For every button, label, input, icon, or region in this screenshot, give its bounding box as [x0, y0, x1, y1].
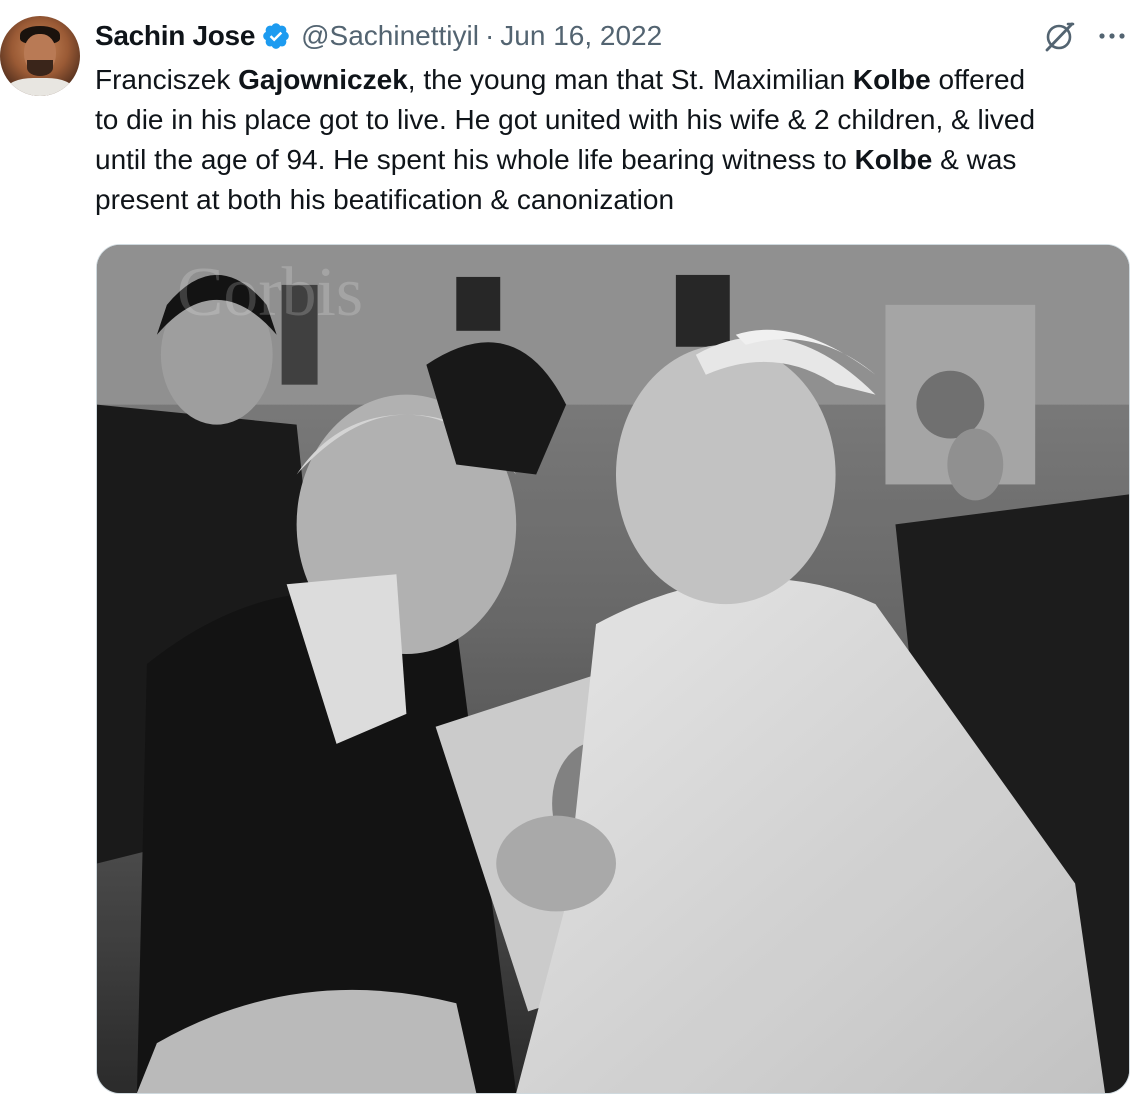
tweet-text-bold: Gajowniczek	[238, 64, 408, 95]
tweet-text-bold: Kolbe	[852, 64, 931, 95]
tweet-text-segment: present at both his beatification & cano…	[95, 184, 675, 215]
tweet[interactable]: Sachin Jose @Sachinettiyil · Jun 16, 202…	[0, 0, 1148, 1114]
tweet-text-segment: offered	[930, 64, 1026, 95]
photo-watermark: Corbis	[177, 254, 363, 331]
tweet-text-segment: , the young man that St. Maximilian	[407, 64, 853, 95]
tweet-text-line: to die in his place got to live. He got …	[95, 100, 1135, 140]
more-icon[interactable]	[1097, 24, 1127, 48]
avatar-shirt	[6, 78, 74, 96]
author-avatar[interactable]	[0, 16, 80, 96]
tweet-text-segment: Franciszek	[95, 64, 239, 95]
grok-icon[interactable]	[1042, 20, 1076, 54]
header-separator: ·	[484, 20, 495, 51]
tweet-text-line: until the age of 94. He spent his whole …	[95, 140, 1135, 180]
tweet-text-line: present at both his beatification & cano…	[95, 180, 1135, 220]
tweet-photo[interactable]: Corbis	[96, 244, 1130, 1094]
verified-badge-icon[interactable]	[261, 21, 291, 51]
avatar-beard	[27, 60, 53, 76]
tweet-header: Sachin Jose @Sachinettiyil · Jun 16, 202…	[95, 18, 662, 54]
author-handle[interactable]: @Sachinettiyil	[301, 20, 479, 52]
photo-illustration: Corbis	[97, 245, 1129, 1093]
tweet-date[interactable]: Jun 16, 2022	[500, 20, 662, 52]
tweet-text-bold: Kolbe	[854, 144, 933, 175]
tweet-text-segment: & was	[932, 144, 1017, 175]
tweet-text-segment: until the age of 94. He spent his whole …	[95, 144, 855, 175]
author-name[interactable]: Sachin Jose	[95, 20, 255, 52]
tweet-text-segment: to die in his place got to live. He got …	[95, 104, 1036, 135]
tweet-text-line: Franciszek Gajowniczek, the young man th…	[95, 60, 1135, 100]
tweet-text: Franciszek Gajowniczek, the young man th…	[95, 60, 1135, 220]
